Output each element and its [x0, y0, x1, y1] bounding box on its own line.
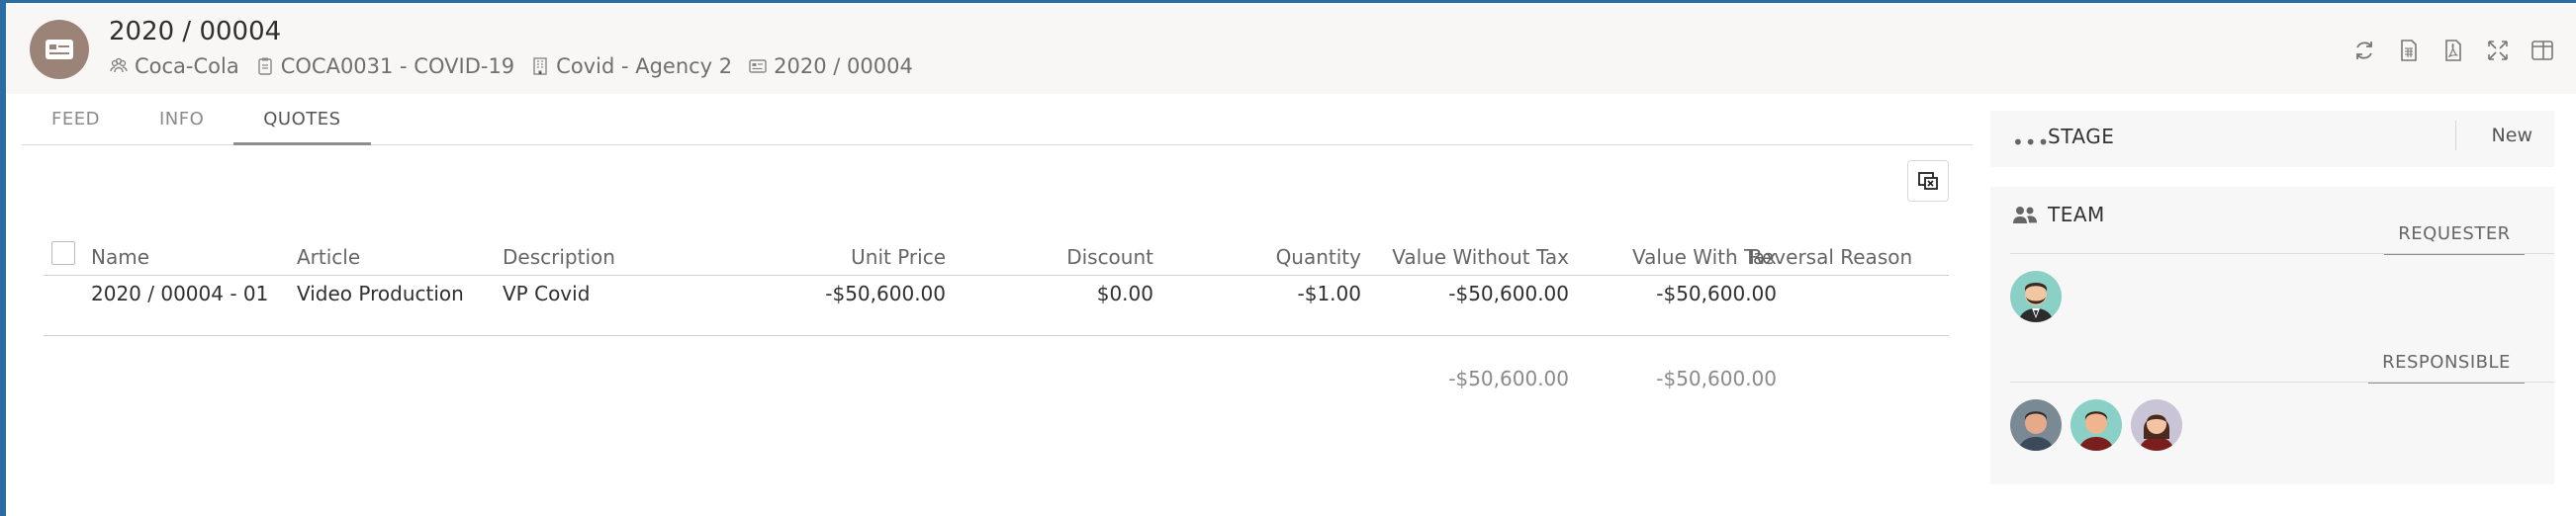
record-meta: Coca-Cola COCA0031 - COVID-19 Covid - Ag…: [109, 54, 921, 78]
export-spreadsheet-button[interactable]: [2397, 39, 2421, 62]
group-icon: [110, 57, 128, 73]
bearded-man-avatar-icon: [2018, 283, 2054, 322]
table-row[interactable]: 2020 / 00004 - 01 Video Production VP Co…: [44, 276, 1949, 336]
cell-quantity: -$1.00: [1297, 282, 1361, 305]
tab-info[interactable]: INFO: [130, 95, 233, 144]
col-value-without-tax[interactable]: Value Without Tax: [1392, 245, 1569, 269]
id-card-icon: [749, 59, 767, 73]
refresh-button[interactable]: [2352, 39, 2376, 62]
col-quantity[interactable]: Quantity: [1276, 245, 1361, 269]
split-view-icon: [2531, 41, 2553, 60]
customer-name: Coca-Cola: [135, 54, 239, 78]
building-icon: [533, 57, 547, 75]
clipboard-icon: [258, 57, 272, 75]
export-pdf-button[interactable]: [2441, 39, 2465, 62]
col-unit-price[interactable]: Unit Price: [851, 245, 946, 269]
record-toolbar: [2352, 39, 2554, 62]
reference-link[interactable]: 2020 / 00004: [748, 54, 913, 78]
card-icon: [46, 40, 73, 59]
divider: [2010, 382, 2554, 383]
col-name[interactable]: Name: [91, 245, 149, 269]
cell-value-without-tax: -$50,600.00: [1448, 282, 1569, 305]
responsible-tab[interactable]: RESPONSIBLE: [2368, 344, 2525, 384]
quotes-table: Name Article Description Unit Price Disc…: [44, 239, 1949, 395]
record-header: 2020 / 00004 Coca-Cola COCA0031 - COVID-…: [6, 3, 2576, 94]
side-panel: ••• STAGE New TEAM REQUESTER RESPONSIBLE: [1990, 111, 2554, 484]
cell-article: Video Production: [297, 282, 464, 305]
project-name: COCA0031 - COVID-19: [280, 54, 515, 78]
tab-quotes[interactable]: QUOTES: [233, 95, 371, 145]
table-header: Name Article Description Unit Price Disc…: [44, 239, 1949, 276]
excel-export-icon: [1918, 172, 1938, 190]
requester-avatar[interactable]: [2010, 271, 2062, 322]
cell-discount: $0.00: [1096, 282, 1153, 305]
reference-number: 2020 / 00004: [774, 54, 913, 78]
col-discount[interactable]: Discount: [1066, 245, 1153, 269]
man-avatar-icon: [2018, 411, 2054, 451]
panel-gap: [1990, 167, 2554, 187]
cell-name: 2020 / 00004 - 01: [91, 282, 269, 305]
pdf-icon: [2445, 40, 2461, 61]
export-excel-button[interactable]: [1907, 160, 1949, 202]
cell-unit-price: -$50,600.00: [825, 282, 946, 305]
stage-value[interactable]: New: [2492, 125, 2532, 146]
tab-feed[interactable]: FEED: [22, 95, 130, 144]
expand-button[interactable]: [2486, 39, 2510, 62]
totals-row: -$50,600.00 -$50,600.00: [44, 336, 1949, 395]
record-avatar: [30, 20, 89, 79]
spreadsheet-icon: [2401, 40, 2417, 61]
divider: [2010, 253, 2554, 254]
record-tabs: FEED INFO QUOTES: [22, 95, 1973, 145]
total-value-with-tax: -$50,600.00: [1656, 367, 1777, 390]
agency-link[interactable]: Covid - Agency 2: [530, 54, 732, 78]
woman-avatar-icon: [2139, 414, 2174, 451]
col-article[interactable]: Article: [297, 245, 360, 269]
customer-link[interactable]: Coca-Cola: [109, 54, 239, 78]
requester-tab[interactable]: REQUESTER: [2384, 215, 2525, 255]
responsible-avatar-2[interactable]: [2070, 399, 2122, 451]
agency-name: Covid - Agency 2: [556, 54, 733, 78]
col-reversal-reason[interactable]: Reversal Reason: [1749, 245, 1912, 269]
stage-divider: [2455, 121, 2456, 150]
team-label: TEAM: [2048, 203, 2105, 226]
total-value-without-tax: -$50,600.00: [1448, 367, 1569, 390]
col-description[interactable]: Description: [503, 245, 615, 269]
team-icon: [2013, 207, 2037, 223]
split-view-button[interactable]: [2530, 39, 2554, 62]
stage-label: STAGE: [2048, 125, 2115, 148]
more-options-icon[interactable]: •••: [2012, 130, 2050, 154]
select-all-checkbox[interactable]: [51, 241, 75, 265]
expand-icon: [2488, 41, 2508, 60]
cell-value-with-tax: -$50,600.00: [1656, 282, 1777, 305]
refresh-icon: [2356, 42, 2372, 59]
project-link[interactable]: COCA0031 - COVID-19: [255, 54, 514, 78]
man-avatar-icon: [2078, 411, 2114, 451]
cell-description: VP Covid: [503, 282, 591, 305]
responsible-avatar-1[interactable]: [2010, 399, 2062, 451]
responsible-avatar-3[interactable]: [2131, 399, 2182, 451]
page-title: 2020 / 00004: [109, 17, 282, 46]
